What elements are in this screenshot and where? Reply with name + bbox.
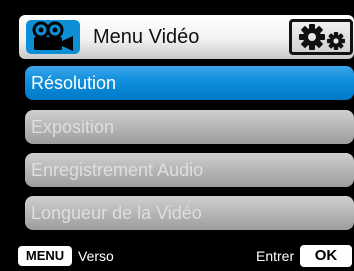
enter-label: Entrer [256, 248, 295, 264]
back-label: Verso [78, 248, 114, 264]
ok-key-button[interactable]: OK [300, 245, 352, 267]
menu-item-video-length[interactable]: Longueur de la Vidéo [25, 196, 354, 230]
gears-icon[interactable] [289, 19, 353, 55]
menu-item-audio-recording[interactable]: Enregistrement Audio [25, 153, 354, 187]
page-title: Menu Vidéo [93, 26, 200, 48]
menu-item-exposition[interactable]: Exposition [25, 110, 354, 144]
menu-item-label: Enregistrement Audio [31, 160, 204, 180]
menu-item-resolution[interactable]: Résolution [25, 66, 354, 100]
menu-item-label: Résolution [31, 73, 117, 93]
menu-item-label: Longueur de la Vidéo [31, 203, 202, 223]
menu-item-label: Exposition [31, 117, 115, 137]
footer-bar: MENU Verso Entrer OK [0, 240, 354, 271]
video-camera-icon [26, 20, 80, 54]
menu-header: Menu Vidéo [19, 15, 354, 59]
menu-key-button[interactable]: MENU [18, 246, 72, 266]
